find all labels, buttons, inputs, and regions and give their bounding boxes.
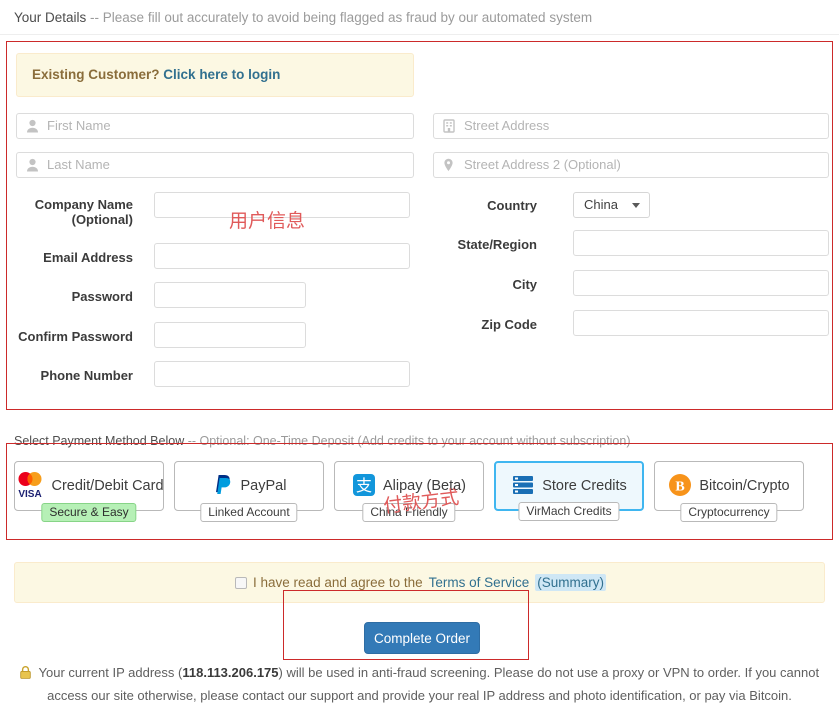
terms-of-service-line: I have read and agree to the Terms of Se… — [15, 563, 826, 602]
phone-number-label: Phone Number — [16, 368, 133, 383]
payment-method-title: Select Payment Method Below — [14, 434, 184, 448]
paypal-icon — [212, 473, 234, 500]
payment-method-list: VISA Credit/Debit Card Secure & Easy Pay… — [14, 461, 804, 511]
payment-method-badge: VirMach Credits — [518, 502, 619, 521]
password-input[interactable] — [154, 282, 306, 308]
country-selected-value: China — [584, 197, 618, 212]
street-address-2-placeholder: Street Address 2 (Optional) — [464, 153, 621, 177]
checkout-page: Your Details -- Please fill out accurate… — [0, 0, 839, 712]
terms-of-service-link[interactable]: Terms of Service — [429, 575, 530, 590]
payment-method-label: Store Credits — [542, 478, 627, 494]
phone-number-input[interactable] — [154, 361, 410, 387]
mastercard-visa-icon: VISA — [15, 470, 45, 503]
payment-method-badge: Linked Account — [200, 503, 297, 522]
ip-notice-lead: Your current IP address ( — [39, 665, 183, 680]
company-name-label-line1: Company Name — [35, 197, 133, 212]
person-icon — [26, 158, 39, 172]
your-details-panel: Your Details -- Please fill out accurate… — [0, 0, 839, 419]
person-icon — [26, 119, 39, 133]
building-icon — [443, 119, 456, 133]
payment-method-panel: Select Payment Method Below -- Optional:… — [0, 428, 839, 546]
payment-method-store-credits[interactable]: Store Credits VirMach Credits — [494, 461, 644, 511]
email-address-label: Email Address — [16, 250, 133, 265]
map-pin-icon — [443, 158, 456, 172]
payment-method-credit-card[interactable]: VISA Credit/Debit Card Secure & Easy — [14, 461, 164, 511]
country-select[interactable]: China — [573, 192, 650, 218]
your-details-title: Your Details — [14, 10, 86, 25]
zip-code-label: Zip Code — [420, 317, 537, 332]
payment-method-alipay[interactable]: 支 Alipay (Beta) China Friendly — [334, 461, 484, 511]
ip-address-value: 118.113.206.175 — [182, 665, 278, 680]
confirm-password-label: Confirm Password — [6, 329, 133, 344]
payment-method-badge: China Friendly — [362, 503, 455, 522]
complete-order-button[interactable]: Complete Order — [364, 622, 480, 654]
payment-method-paypal[interactable]: PayPal Linked Account — [174, 461, 324, 511]
zip-code-input[interactable] — [573, 310, 829, 336]
terms-of-service-panel: I have read and agree to the Terms of Se… — [14, 562, 825, 603]
password-label: Password — [16, 289, 133, 304]
your-details-body: Existing Customer? Click here to login F… — [0, 35, 839, 419]
terms-checkbox[interactable] — [235, 577, 247, 589]
confirm-password-input[interactable] — [154, 322, 306, 348]
company-name-input[interactable] — [154, 192, 410, 218]
alipay-icon: 支 — [352, 473, 376, 500]
payment-method-label: Alipay (Beta) — [383, 478, 466, 494]
company-name-label-line2: (Optional) — [72, 212, 133, 227]
payment-method-label: PayPal — [241, 478, 287, 494]
last-name-input[interactable]: Last Name — [16, 152, 414, 178]
street-address-2-input[interactable]: Street Address 2 (Optional) — [433, 152, 829, 178]
payment-method-bitcoin[interactable]: B Bitcoin/Crypto Cryptocurrency — [654, 461, 804, 511]
svg-text:B: B — [676, 479, 685, 494]
city-label: City — [420, 277, 537, 292]
payment-method-badge: Cryptocurrency — [680, 503, 777, 522]
login-link[interactable]: Click here to login — [163, 67, 280, 82]
street-address-placeholder: Street Address — [464, 114, 549, 138]
ip-notice-footer: Your current IP address (118.113.206.175… — [0, 658, 839, 712]
order-submit-area: Complete Order — [0, 603, 839, 660]
email-address-input[interactable] — [154, 243, 410, 269]
payment-method-subtitle: -- Optional: One-Time Deposit (Add credi… — [184, 434, 630, 448]
city-input[interactable] — [573, 270, 829, 296]
svg-text:VISA: VISA — [18, 489, 41, 500]
terms-agree-text: I have read and agree to the — [253, 575, 423, 590]
first-name-input[interactable]: First Name — [16, 113, 414, 139]
server-stack-icon — [511, 473, 535, 500]
state-region-input[interactable] — [573, 230, 829, 256]
first-name-placeholder: First Name — [47, 114, 111, 138]
existing-customer-alert: Existing Customer? Click here to login — [16, 53, 414, 97]
your-details-header: Your Details -- Please fill out accurate… — [0, 0, 839, 35]
payment-method-label: Credit/Debit Card — [52, 478, 164, 494]
payment-method-header: Select Payment Method Below -- Optional:… — [0, 428, 839, 454]
bitcoin-icon: B — [668, 473, 692, 500]
chevron-down-icon — [632, 203, 640, 208]
terms-summary-link[interactable]: (Summary) — [535, 574, 606, 591]
your-details-subtitle: -- Please fill out accurately to avoid b… — [86, 10, 592, 25]
country-label: Country — [420, 198, 537, 213]
payment-method-label: Bitcoin/Crypto — [699, 478, 789, 494]
lock-icon — [20, 667, 35, 682]
last-name-placeholder: Last Name — [47, 153, 110, 177]
street-address-input[interactable]: Street Address — [433, 113, 829, 139]
existing-customer-text: Existing Customer? — [32, 67, 160, 82]
state-region-label: State/Region — [410, 237, 537, 252]
svg-text:支: 支 — [356, 476, 372, 495]
payment-method-badge: Secure & Easy — [41, 503, 136, 522]
company-name-label: Company Name (Optional) — [16, 197, 133, 227]
